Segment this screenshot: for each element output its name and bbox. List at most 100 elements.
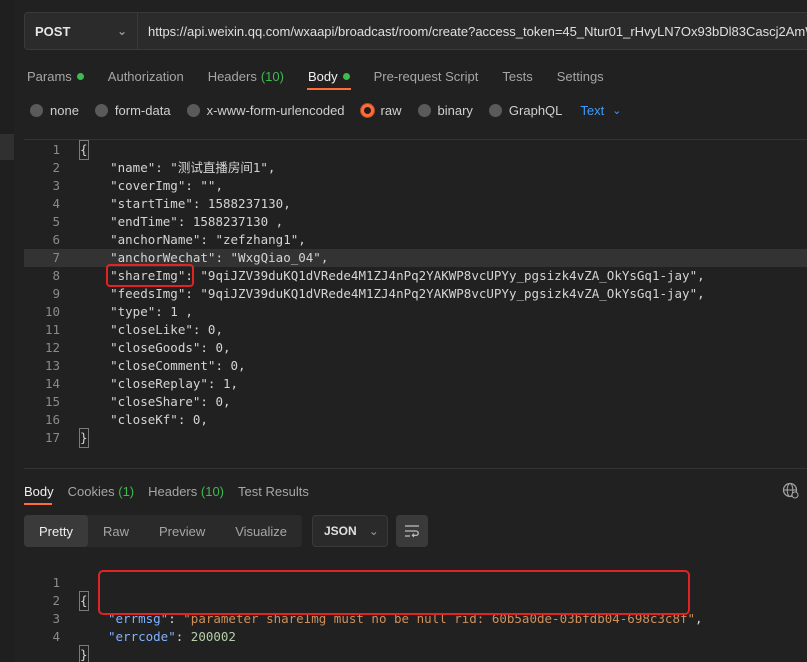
code-line: 6 "anchorName": "zefzhang1", [24, 231, 807, 249]
wrap-lines-button[interactable] [396, 515, 428, 547]
radio-urlencoded[interactable]: x-www-form-urlencoded [186, 103, 345, 118]
radio-form-data-label: form-data [114, 102, 171, 118]
line-number: 17 [44, 430, 60, 445]
chevron-down-icon: ⌄ [368, 524, 379, 538]
resp-tab-headers[interactable]: Headers (10) [148, 484, 224, 500]
method-select[interactable]: POST ⌄ [24, 12, 138, 50]
resp-active-tab-indicator [24, 503, 52, 505]
radio-selected-icon [360, 103, 374, 117]
code-text: { [79, 140, 89, 160]
tab-tests[interactable]: Tests [502, 66, 532, 86]
active-tab-indicator [307, 88, 351, 90]
line-number: 16 [44, 412, 60, 427]
left-gutter [0, 0, 14, 662]
resp-headers-count: (10) [200, 484, 225, 499]
code-line: 16 "closeKf": 0, [24, 411, 807, 429]
radio-circle-icon [186, 103, 200, 117]
line-number: 3 [52, 178, 60, 193]
request-url-row: POST ⌄ https://api.weixin.qq.com/wxaapi/… [24, 12, 807, 50]
radio-circle-icon [417, 103, 431, 117]
code-line: 2 "name": "测试直播房间1", [24, 159, 807, 177]
radio-binary-label: binary [437, 102, 473, 118]
code-line: 13 "closeComment": 0, [24, 357, 807, 375]
line-number: 6 [52, 232, 60, 247]
line-number: 4 [52, 629, 60, 644]
code-line: 12 "closeGoods": 0, [24, 339, 807, 357]
response-format-select[interactable]: JSON ⌄ [312, 515, 388, 547]
radio-form-data[interactable]: form-data [94, 102, 171, 118]
request-body-editor[interactable]: 1{2 "name": "测试直播房间1", 3 "coverImg": "", 4… [24, 139, 807, 469]
radio-raw[interactable]: raw [360, 103, 402, 118]
code-text: "startTime": 1588237130, [80, 196, 291, 211]
tab-authorization[interactable]: Authorization [108, 66, 184, 86]
resp-tab-test-results[interactable]: Test Results [238, 484, 309, 500]
code-text: "feedsImg": "9qiJZV39duKQ1dVRede4M1ZJ4nP… [80, 286, 705, 301]
chevron-down-icon: ⌄ [116, 24, 127, 38]
tab-tests-label: Tests [502, 68, 533, 84]
globe-icon[interactable] [782, 482, 799, 499]
code-text: "coverImg": "", [80, 178, 223, 193]
code-line: 1{ [24, 140, 807, 160]
tab-prerequest-label: Pre-request Script [373, 68, 479, 84]
view-tab-pretty[interactable]: Pretty [24, 515, 88, 547]
code-text: "closeReplay": 1, [80, 376, 239, 391]
headers-count: (10) [260, 68, 284, 84]
resp-tab-body[interactable]: Body [24, 484, 54, 500]
code-line: 4 "startTime": 1588237130, [24, 195, 807, 213]
wrap-lines-icon [405, 525, 419, 538]
line-number: 7 [52, 250, 60, 265]
line-number: 8 [52, 268, 60, 283]
tab-params[interactable]: Params [27, 66, 84, 86]
code-text: "type": 1 , [80, 304, 193, 319]
code-text: "closeGoods": 0, [80, 340, 231, 355]
response-brace-close: } [79, 645, 89, 662]
request-tabs: Params Authorization Headers (10) Body Pr… [27, 66, 628, 86]
response-view-tabs: Pretty Raw Preview Visualize [24, 515, 303, 547]
line-number: 14 [44, 376, 60, 391]
radio-circle-icon [30, 103, 43, 117]
response-format-label: JSON [324, 524, 357, 538]
url-input[interactable]: https://api.weixin.qq.com/wxaapi/broadca… [138, 12, 807, 50]
view-tab-visualize[interactable]: Visualize [220, 515, 302, 547]
code-text: "endTime": 1588237130 , [80, 214, 284, 229]
line-number: 4 [52, 196, 60, 211]
code-text: } [79, 428, 89, 448]
errcode-value: 200002 [190, 629, 236, 644]
tab-settings[interactable]: Settings [557, 66, 604, 86]
response-tabs: Body Cookies (1) Headers (10) Test Resul… [24, 484, 323, 500]
code-text: "anchorName": "zefzhang1", [80, 232, 306, 247]
line-number: 12 [44, 340, 60, 355]
body-active-dot-icon [342, 72, 350, 80]
line-number: 1 [52, 142, 60, 157]
code-line: 15 "closeShare": 0, [24, 393, 807, 411]
tab-body[interactable]: Body [308, 66, 350, 86]
params-active-dot-icon [76, 72, 84, 80]
resp-tab-cookies[interactable]: Cookies (1) [68, 484, 134, 500]
code-line: 9 "feedsImg": "9qiJZV39duKQ1dVRede4M1ZJ4… [24, 285, 807, 303]
tab-prerequest-script[interactable]: Pre-request Script [374, 66, 479, 86]
radio-binary[interactable]: binary [417, 102, 473, 118]
radio-none-label: none [50, 102, 79, 118]
line-number: 13 [44, 358, 60, 373]
highlight-box-error [98, 570, 690, 615]
line-number: 11 [44, 322, 60, 337]
raw-format-dropdown[interactable]: Text ⌄ [580, 103, 621, 118]
tab-authorization-label: Authorization [107, 68, 184, 84]
body-type-options: none form-data x-www-form-urlencoded raw… [30, 101, 621, 119]
line-number: 2 [52, 160, 60, 175]
errcode-key: "errcode" [108, 629, 176, 644]
code-line: 17} [24, 428, 807, 448]
radio-graphql[interactable]: GraphQL [488, 103, 562, 118]
radio-none[interactable]: none [30, 103, 79, 118]
line-number: 15 [44, 394, 60, 409]
view-tab-preview[interactable]: Preview [144, 515, 220, 547]
highlight-box-shareimg [106, 264, 194, 287]
view-tab-raw[interactable]: Raw [88, 515, 144, 547]
line-number: 5 [52, 214, 60, 229]
tab-headers[interactable]: Headers (10) [208, 66, 284, 86]
code-text: "name": "测试直播房间1", [80, 160, 276, 175]
resp-tab-cookies-label: Cookies [67, 484, 115, 499]
method-label: POST [35, 23, 71, 39]
radio-circle-icon [488, 103, 502, 117]
code-text: "closeLike": 0, [80, 322, 223, 337]
